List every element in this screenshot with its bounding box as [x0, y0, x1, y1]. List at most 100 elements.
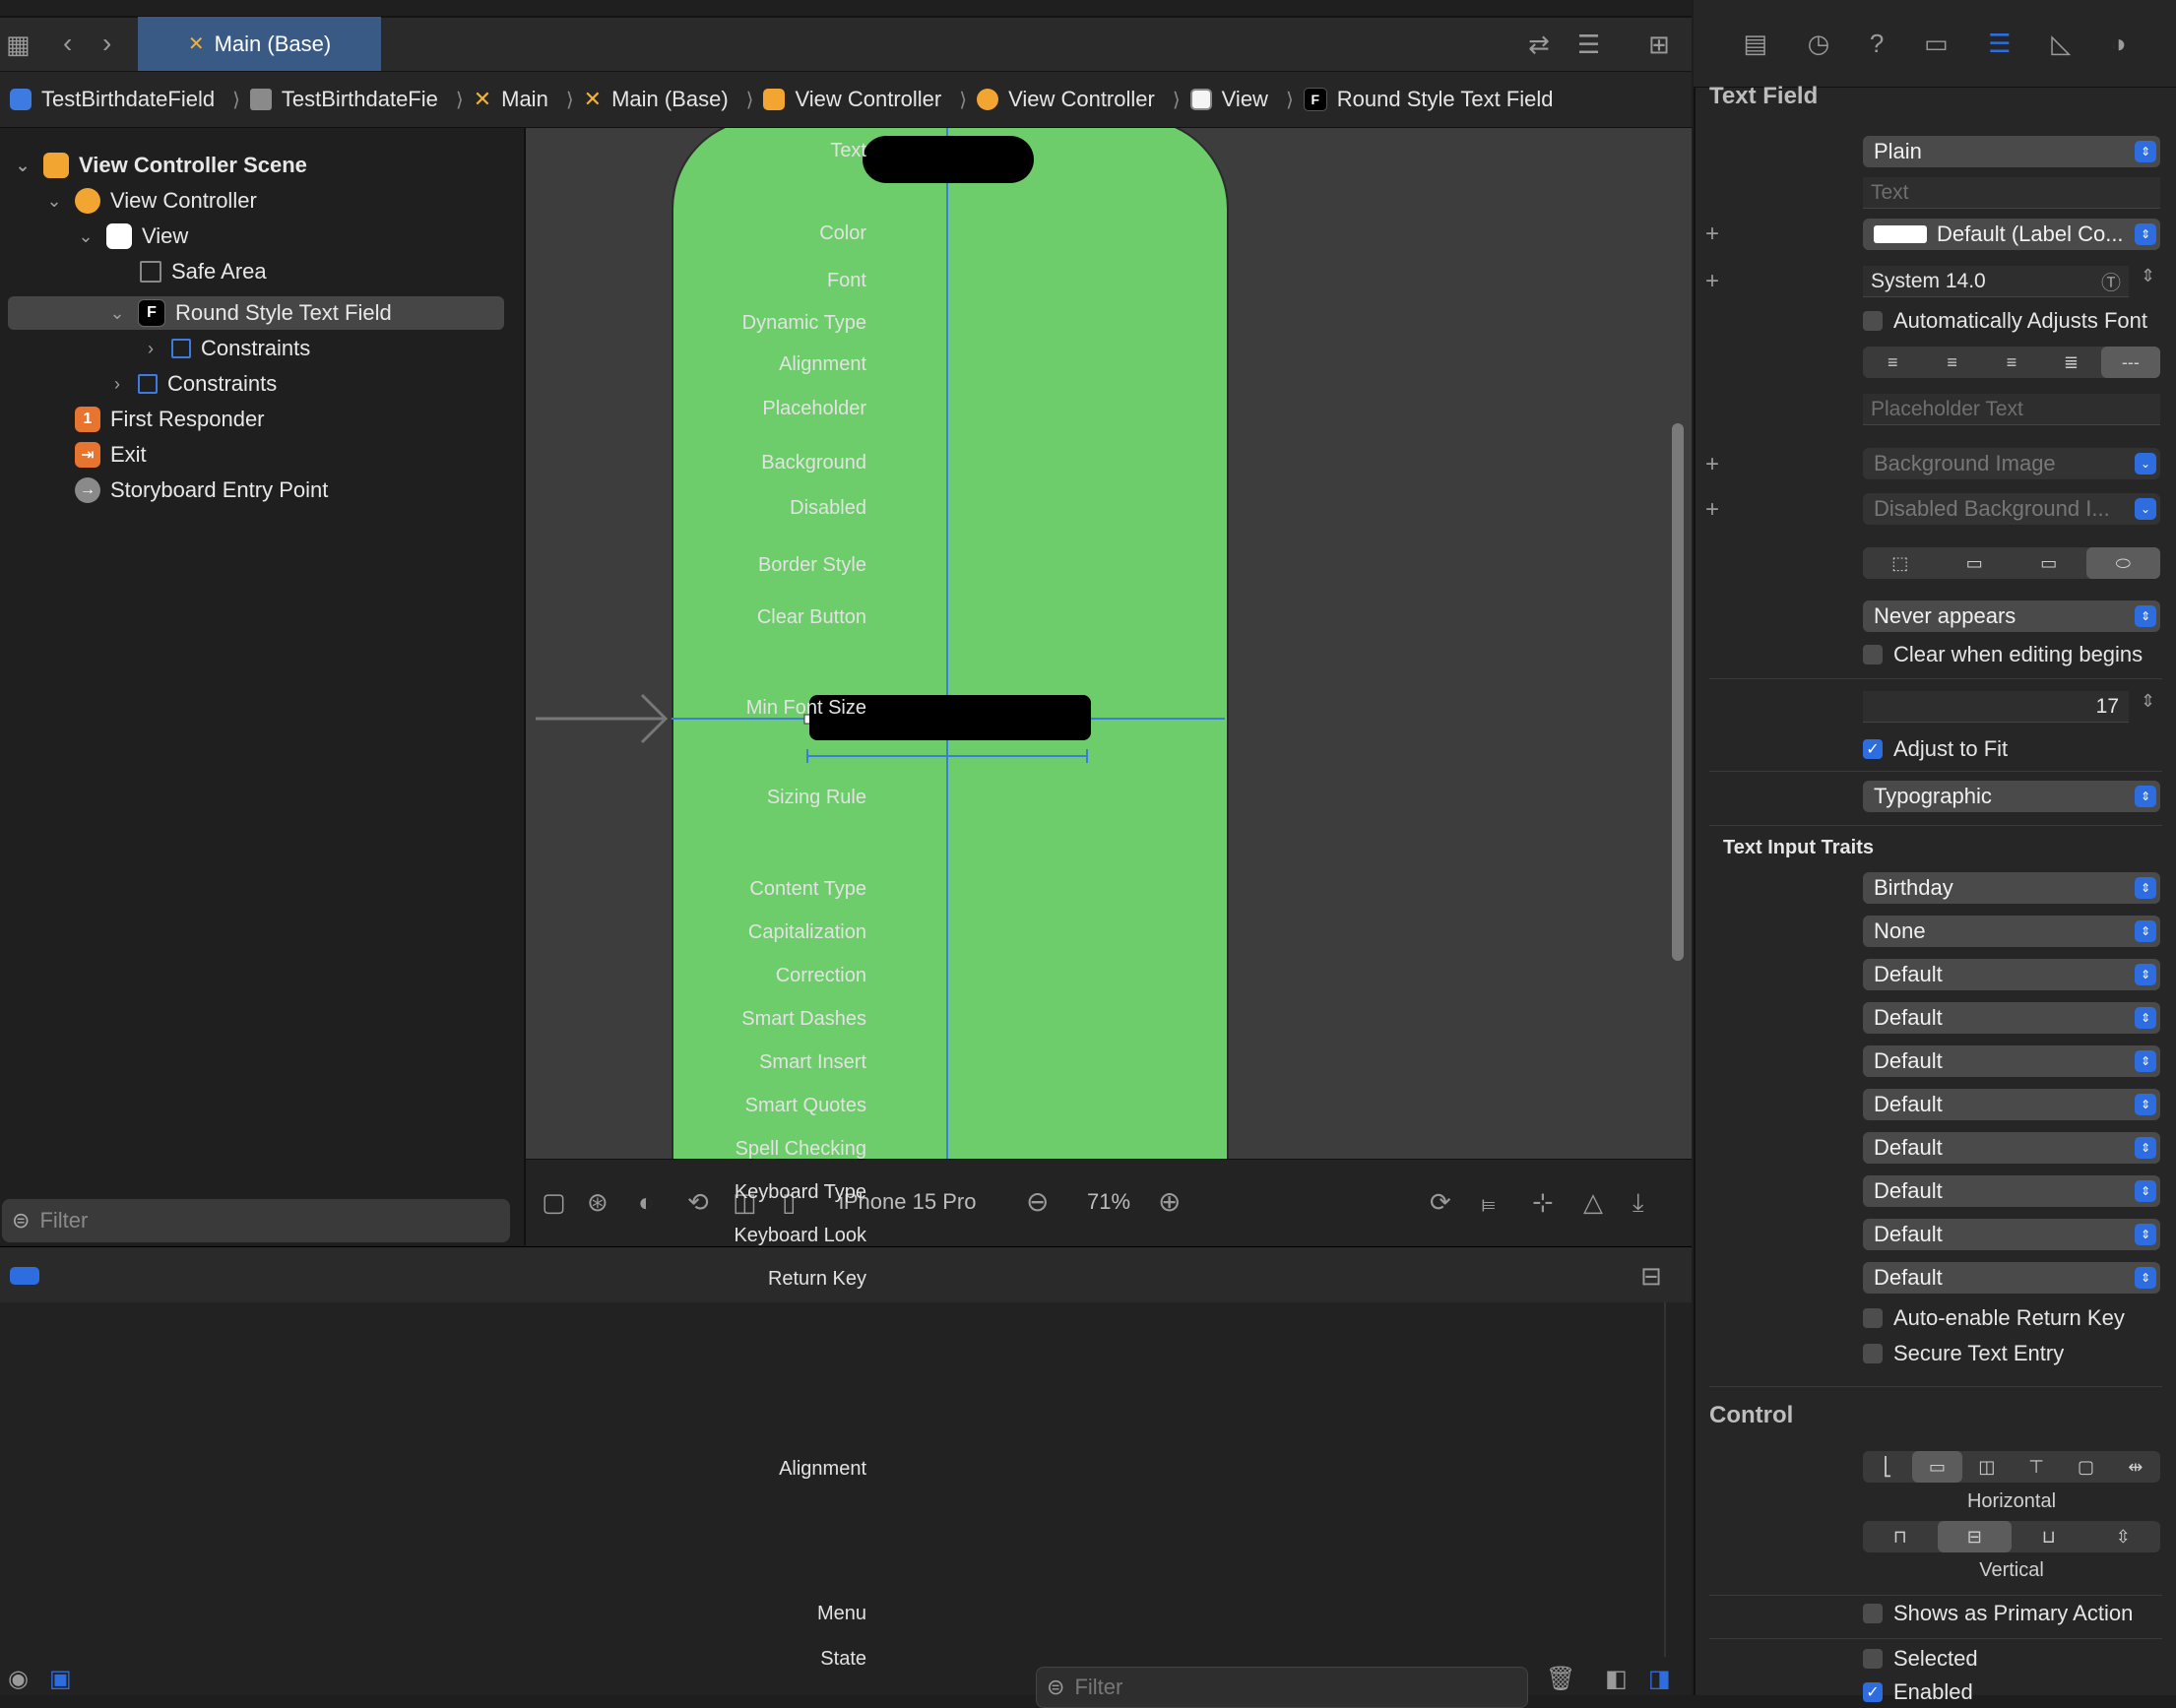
- align-right-edge-icon[interactable]: ▢: [2061, 1451, 2110, 1483]
- align-bottom-icon[interactable]: ⊔: [2012, 1521, 2086, 1552]
- clear-when-editing-checkbox[interactable]: Clear when editing begins: [1863, 642, 2143, 667]
- history-icon[interactable]: ◷: [1808, 29, 1830, 59]
- forward-arrow-icon[interactable]: ›: [102, 28, 111, 59]
- outline-item-round-style-text-field[interactable]: ⌄ F Round Style Text Field: [106, 295, 392, 331]
- zoom-in-icon[interactable]: ⊕: [1158, 1185, 1181, 1218]
- breadcrumb-item-main-base[interactable]: ✕ Main (Base) ⟩: [584, 87, 754, 112]
- grid-icon[interactable]: ▦: [6, 30, 31, 60]
- align-icon[interactable]: ⫢: [1481, 1187, 1496, 1219]
- connections-inspector-icon[interactable]: ◑: [2111, 29, 2127, 59]
- auto-enable-return-key-checkbox[interactable]: Auto-enable Return Key: [1863, 1305, 2125, 1331]
- trait-popup[interactable]: Default ⇕: [1863, 1175, 2160, 1207]
- disabled-background-popup[interactable]: Disabled Background I... ⌄: [1863, 493, 2160, 525]
- add-variation-icon[interactable]: +: [1705, 221, 1719, 248]
- border-bezel-icon[interactable]: ▭: [2012, 547, 2086, 579]
- align-leading-icon[interactable]: ⎣: [1863, 1451, 1912, 1483]
- trash-icon[interactable]: 🗑: [1546, 1665, 1575, 1693]
- align-natural-icon[interactable]: ---: [2100, 347, 2161, 378]
- zoom-out-icon[interactable]: ⊖: [1026, 1185, 1049, 1218]
- console-area[interactable]: ◉ ▣ ⊜ Filter 🗑 ◧ ◨: [0, 1302, 1692, 1708]
- identity-inspector-icon[interactable]: ▭: [1924, 29, 1949, 59]
- trait-popup[interactable]: Default ⇕: [1863, 1219, 2160, 1250]
- breadcrumb-item-folder[interactable]: TestBirthdateFie ⟩: [249, 87, 464, 112]
- align-h-center-icon[interactable]: ▭: [1912, 1451, 1962, 1483]
- variables-icon[interactable]: ▣: [49, 1665, 72, 1693]
- align-top-icon[interactable]: ⊓: [1863, 1521, 1938, 1552]
- breakpoints-icon[interactable]: [10, 1267, 39, 1285]
- trait-popup[interactable]: Default ⇕: [1863, 1262, 2160, 1294]
- trait-popup[interactable]: Default ⇕: [1863, 959, 2160, 990]
- trait-popup[interactable]: Default ⇕: [1863, 1089, 2160, 1120]
- breadcrumb-item-project[interactable]: TestBirthdateField ⟩: [10, 87, 240, 112]
- appearance-icon[interactable]: ◐: [638, 1187, 654, 1218]
- add-constraints-icon[interactable]: ⊹: [1532, 1187, 1554, 1218]
- border-style-control[interactable]: ⬚ ▭ ▭ ⬭: [1863, 547, 2160, 579]
- hide-debug-area-icon[interactable]: ⊟: [1640, 1261, 1662, 1292]
- font-stepper-icon[interactable]: ⇕: [2141, 266, 2155, 286]
- align-right-icon[interactable]: ≡: [1982, 347, 2041, 378]
- help-icon[interactable]: ?: [1870, 29, 1884, 59]
- background-image-popup[interactable]: Background Image ⌄: [1863, 448, 2160, 479]
- minimap-icon[interactable]: ☰: [1577, 30, 1600, 60]
- font-field[interactable]: System 14.0 Ⓣ: [1863, 266, 2129, 297]
- align-v-center-icon[interactable]: ⊟: [1937, 1521, 2012, 1552]
- min-font-stepper-icon[interactable]: ⇕: [2141, 691, 2155, 712]
- vertical-scrollbar[interactable]: [1672, 423, 1684, 961]
- outline-item-view-controller-scene[interactable]: ⌄ View Controller Scene: [12, 148, 307, 183]
- chevron-down-icon[interactable]: ⌄: [43, 191, 65, 212]
- align-trailing-icon[interactable]: ⊤: [2012, 1451, 2061, 1483]
- min-font-size-field[interactable]: 17: [1863, 691, 2129, 723]
- align-h-fill-icon[interactable]: ⇹: [2111, 1451, 2160, 1483]
- attributes-inspector-icon[interactable]: ☰: [1988, 29, 2011, 59]
- chevron-down-icon[interactable]: ⌄: [106, 303, 128, 324]
- trait-popup[interactable]: Default ⇕: [1863, 1132, 2160, 1164]
- outline-item-exit[interactable]: ⇥ Exit: [75, 437, 147, 473]
- sizing-rule-popup[interactable]: Typographic ⇕: [1863, 781, 2160, 812]
- text-content-field[interactable]: Text: [1863, 177, 2160, 209]
- align-h-middle-icon[interactable]: ◫: [1962, 1451, 2012, 1483]
- adjust-to-fit-checkbox[interactable]: ✓ Adjust to Fit: [1863, 736, 2008, 762]
- border-rounded-icon[interactable]: ⬭: [2085, 547, 2160, 579]
- add-variation-icon[interactable]: +: [1705, 451, 1719, 478]
- font-picker-icon[interactable]: Ⓣ: [2101, 267, 2121, 295]
- trait-popup[interactable]: Default ⇕: [1863, 1045, 2160, 1077]
- selected-checkbox[interactable]: Selected: [1863, 1646, 1978, 1672]
- text-alignment-control[interactable]: ≡ ≡ ≡ ≣ ---: [1863, 347, 2161, 378]
- add-variation-icon[interactable]: +: [1705, 496, 1719, 524]
- outline-item-constraints-view[interactable]: › Constraints: [106, 366, 277, 402]
- toggle-outline-icon[interactable]: ▢: [542, 1187, 566, 1218]
- trait-popup[interactable]: None ⇕: [1863, 916, 2160, 947]
- outline-item-view[interactable]: ⌄ View: [75, 219, 188, 254]
- trait-popup[interactable]: Default ⇕: [1863, 1002, 2160, 1034]
- color-popup[interactable]: Default (Label Co... ⇕: [1863, 219, 2160, 250]
- breadcrumb-item-main[interactable]: ✕ Main ⟩: [474, 87, 574, 112]
- outline-filter-field[interactable]: ⊜ Filter: [2, 1199, 510, 1242]
- orientation-icon[interactable]: ⟲: [687, 1187, 709, 1218]
- file-inspector-icon[interactable]: ▤: [1743, 29, 1767, 59]
- outline-item-safe-area[interactable]: Safe Area: [140, 254, 267, 289]
- storyboard-canvas[interactable]: [526, 128, 1692, 1159]
- shows-as-primary-action-checkbox[interactable]: Shows as Primary Action: [1863, 1601, 2133, 1626]
- placeholder-field[interactable]: Placeholder Text: [1863, 394, 2160, 425]
- horizontal-alignment-control[interactable]: ⎣ ▭ ◫ ⊤ ▢ ⇹: [1863, 1451, 2160, 1483]
- border-none-icon[interactable]: ⬚: [1863, 547, 1938, 579]
- accessibility-icon[interactable]: ⊛: [587, 1187, 608, 1218]
- add-variation-icon[interactable]: +: [1705, 268, 1719, 295]
- breadcrumb-item-scene[interactable]: View Controller ⟩: [763, 87, 967, 112]
- secure-text-entry-checkbox[interactable]: Secure Text Entry: [1863, 1341, 2064, 1366]
- chevron-right-icon[interactable]: ›: [140, 339, 161, 359]
- add-editor-icon[interactable]: ⊞: [1648, 30, 1670, 60]
- update-frames-icon[interactable]: ⟳: [1430, 1187, 1451, 1218]
- clear-button-popup[interactable]: Never appears ⇕: [1863, 601, 2160, 632]
- chevron-down-icon[interactable]: ⌄: [12, 156, 33, 176]
- enabled-checkbox[interactable]: ✓ Enabled: [1863, 1679, 1973, 1705]
- breadcrumb-item-text-field[interactable]: F Round Style Text Field: [1303, 87, 1553, 112]
- outline-item-constraints-text-field[interactable]: › Constraints: [140, 331, 310, 366]
- swap-icon[interactable]: ⇄: [1528, 30, 1550, 60]
- back-arrow-icon[interactable]: ‹: [63, 28, 72, 59]
- chevron-right-icon[interactable]: ›: [106, 374, 128, 395]
- align-justify-icon[interactable]: ≣: [2041, 347, 2100, 378]
- resolve-issues-icon[interactable]: △: [1583, 1187, 1603, 1218]
- console-filter-field[interactable]: ⊜ Filter: [1036, 1667, 1528, 1708]
- border-line-icon[interactable]: ▭: [1938, 547, 2013, 579]
